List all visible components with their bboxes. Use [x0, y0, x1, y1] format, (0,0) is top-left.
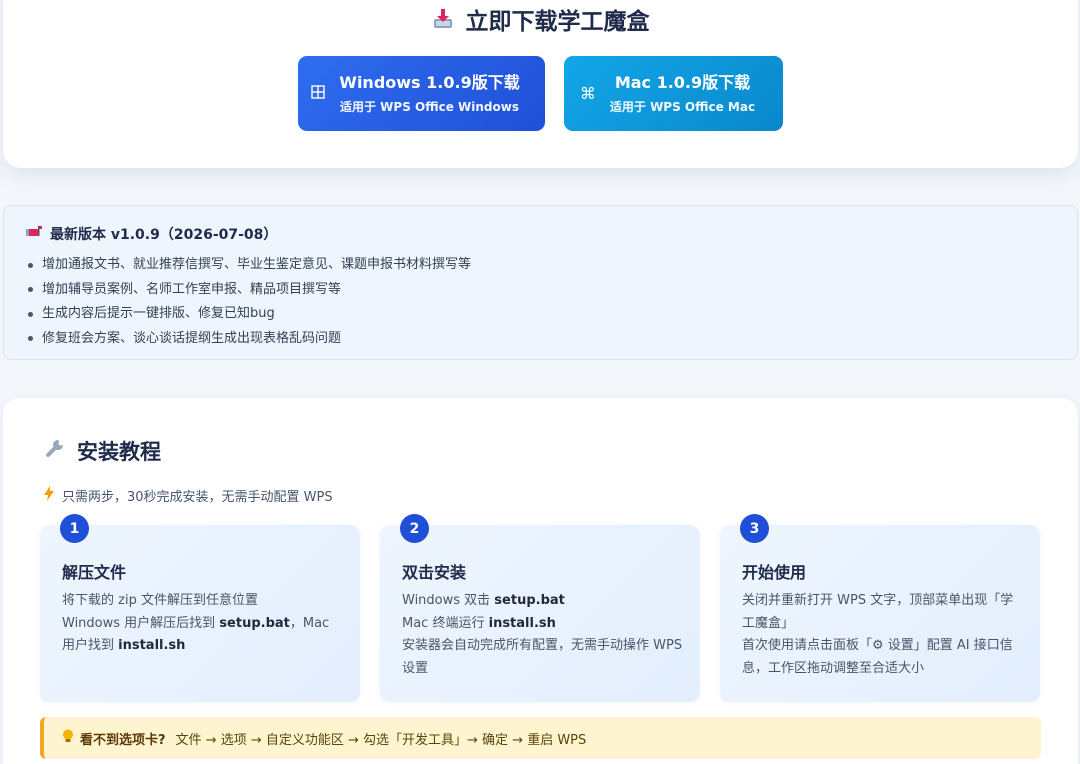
- list-item: 生成内容后提示一键排版、修复已知bug: [28, 302, 471, 327]
- step-line: 首次使用请点击面板「⚙ 设置」配置 AI 接口信息，工作区拖动调整至合适大小: [742, 635, 1024, 680]
- bullet-icon: [28, 336, 33, 342]
- step-body: Windows 双击 setup.bat Mac 终端运行 install.sh 安…: [402, 590, 684, 680]
- step-text: Windows 用户解压后找到: [62, 615, 220, 631]
- changelog-panel: 最新版本 v1.0.9（2026-07-08） 增加通报文书、就业推荐信撰写、毕…: [3, 205, 1078, 360]
- download-card: 立即下载学工魔盒 Windows 1.0.9版下载 适用于 WPS Office…: [3, 0, 1078, 168]
- tutorial-subtitle: 只需两步，30秒完成安装，无需手动配置 WPS: [44, 486, 333, 505]
- command-icon: ⌘: [579, 84, 596, 103]
- step-text: 首次使用请点击面板「⚙ 设置」配置 AI 接口信息，工作区拖动调整至合适大小: [742, 638, 1013, 676]
- step-line: 安装器会自动完成所有配置，无需手动操作 WPS 设置: [402, 635, 684, 680]
- step-filename: install.sh: [488, 615, 556, 631]
- tutorial-title-text: 安装教程: [77, 440, 161, 464]
- download-title-text: 立即下载学工魔盒: [465, 9, 650, 35]
- bullet-icon: [28, 287, 33, 293]
- changelog-heading-text: 最新版本 v1.0.9（2026-07-08）: [50, 227, 278, 243]
- step-title: 解压文件: [62, 563, 127, 582]
- tip-text: 文件 → 选项 → 自定义功能区 → 勾选「开发工具」→ 确定 → 重启 WPS: [175, 732, 587, 748]
- windows-download-button[interactable]: Windows 1.0.9版下载 适用于 WPS Office Windows: [298, 56, 545, 131]
- bullet-icon: [28, 311, 33, 317]
- tip-banner: 看不到选项卡? 文件 → 选项 → 自定义功能区 → 勾选「开发工具」→ 确定 …: [40, 717, 1041, 759]
- step-line: 将下载的 zip 文件解压到任意位置: [62, 590, 344, 613]
- step-number-badge: 1: [60, 514, 89, 543]
- step-number-badge: 2: [400, 514, 429, 543]
- tutorial-title: 安装教程: [43, 436, 161, 466]
- step-line: 关闭并重新打开 WPS 文字，顶部菜单出现「学工魔盒」: [742, 590, 1024, 635]
- windows-download-sub: 适用于 WPS Office Windows: [340, 99, 519, 114]
- windows-icon: [311, 84, 325, 103]
- step-body: 关闭并重新打开 WPS 文字，顶部菜单出现「学工魔盒」 首次使用请点击面板「⚙ 设…: [742, 590, 1024, 680]
- step-line: Windows 用户解压后找到 setup.bat，Mac 用户找到 insta…: [62, 613, 344, 658]
- inbox-tray-icon: [432, 8, 454, 30]
- install-tutorial: 安装教程 只需两步，30秒完成安装，无需手动配置 WPS 1 解压文件 将下载的…: [3, 398, 1078, 764]
- list-item: 增加辅导员案例、名师工作室申报、精品项目撰写等: [28, 278, 471, 303]
- wrench-icon: [43, 437, 67, 466]
- mac-download-label: Mac 1.0.9版下载: [614, 72, 751, 92]
- step-text: Mac 终端运行: [402, 615, 489, 631]
- changelog-heading: 最新版本 v1.0.9（2026-07-08）: [26, 224, 277, 244]
- tutorial-subtitle-text: 只需两步，30秒完成安装，无需手动配置 WPS: [62, 490, 333, 505]
- step-line: Windows 双击 setup.bat: [402, 590, 684, 613]
- step-text: Windows 双击: [402, 593, 495, 608]
- step-text: 将下载的 zip 文件解压到任意位置: [62, 593, 258, 608]
- list-item: 增加通报文书、就业推荐信撰写、毕业生鉴定意见、课题申报书材料撰写等: [28, 253, 471, 278]
- step-card: 3 开始使用 关闭并重新打开 WPS 文字，顶部菜单出现「学工魔盒」 首次使用请点…: [720, 514, 1040, 702]
- step-text: 安装器会自动完成所有配置，无需手动操作 WPS 设置: [402, 638, 683, 676]
- step-line: Mac 终端运行 install.sh: [402, 613, 684, 636]
- mac-download-button[interactable]: ⌘ Mac 1.0.9版下载 适用于 WPS Office Mac: [564, 56, 783, 131]
- step-card: 2 双击安装 Windows 双击 setup.bat Mac 终端运行 inst…: [380, 514, 700, 702]
- step-body: 将下载的 zip 文件解压到任意位置 Windows 用户解压后找到 setup.…: [62, 590, 344, 658]
- step-title: 开始使用: [742, 563, 807, 582]
- step-filename: setup.bat: [219, 615, 290, 631]
- lightning-icon: [44, 486, 54, 505]
- bullet-icon: [28, 262, 33, 268]
- step-title: 双击安装: [402, 563, 467, 582]
- list-item: 修复班会方案、谈心谈话提纲生成出现表格乱码问题: [28, 327, 471, 352]
- mac-download-sub: 适用于 WPS Office Mac: [609, 99, 756, 114]
- mailbox-icon: [26, 225, 42, 243]
- windows-download-label: Windows 1.0.9版下载: [339, 72, 520, 92]
- lightbulb-icon: [62, 729, 74, 748]
- step-card: 1 解压文件 将下载的 zip 文件解压到任意位置 Windows 用户解压后找到…: [40, 514, 360, 702]
- download-title: 立即下载学工魔盒: [3, 2, 1078, 36]
- step-number-badge: 3: [740, 514, 769, 543]
- changelog-list: 增加通报文书、就业推荐信撰写、毕业生鉴定意见、课题申报书材料撰写等 增加辅导员案…: [28, 253, 471, 351]
- step-filename: install.sh: [118, 638, 186, 653]
- tip-strong: 看不到选项卡?: [80, 732, 166, 748]
- step-filename: setup.bat: [494, 593, 565, 608]
- step-text: 关闭并重新打开 WPS 文字，顶部菜单出现「学工魔盒」: [742, 593, 1014, 631]
